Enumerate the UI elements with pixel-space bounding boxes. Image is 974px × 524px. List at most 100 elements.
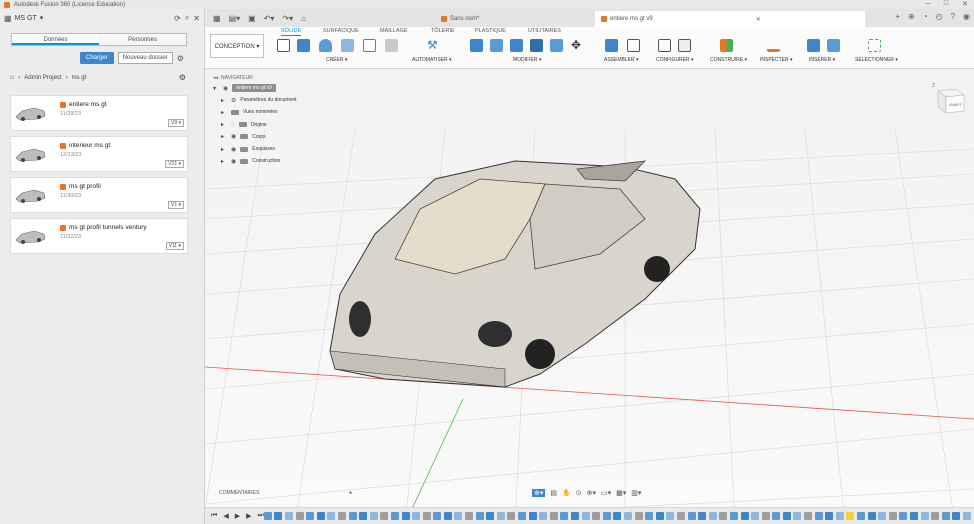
undo-icon[interactable]: ↶▾ — [264, 14, 275, 23]
navigator-root[interactable]: ▾ ◉ entiere ms gt v9 — [213, 82, 323, 94]
expand-icon[interactable]: ▸ — [221, 158, 227, 165]
timeline-feature-icon[interactable] — [835, 512, 844, 520]
tab-donnees[interactable]: Données — [12, 34, 99, 45]
timeline-feature-icon[interactable] — [910, 512, 919, 520]
timeline-feature-icon[interactable] — [899, 512, 908, 520]
home-icon[interactable]: ⌂ — [301, 14, 306, 23]
jobs-icon[interactable]: ◴ — [936, 12, 943, 21]
create-sketch-icon[interactable] — [277, 39, 290, 52]
viewport[interactable]: ◂◂ NAVIGATEUR ▾ ◉ entiere ms gt v9 ▸ ⚙ P… — [205, 69, 974, 524]
file-card[interactable]: ms gt profil tunnels ventury 11/22/23 V1… — [10, 218, 188, 254]
pan-icon[interactable]: ✋ — [562, 489, 571, 497]
timeline-feature-icon[interactable] — [857, 512, 866, 520]
timeline-feature-icon[interactable] — [623, 512, 632, 520]
timeline-feature-icon[interactable] — [602, 512, 611, 520]
grid-settings-icon[interactable]: ▦▾ — [616, 489, 626, 497]
timeline-feature-icon[interactable] — [560, 512, 569, 520]
timeline-feature-icon[interactable] — [952, 512, 961, 520]
move-icon[interactable]: ✥ — [571, 39, 584, 52]
navigator-item[interactable]: ▸ ◌ Origine — [213, 119, 323, 131]
fit-icon[interactable]: ⊕▾ — [587, 489, 596, 497]
timeline-feature-icon[interactable] — [793, 512, 802, 520]
timeline-feature-icon[interactable] — [719, 512, 728, 520]
version-badge[interactable]: V11 ▾ — [165, 242, 184, 250]
viewports-icon[interactable]: ▥▾ — [631, 489, 641, 497]
next-step-icon[interactable]: ▶ — [246, 512, 251, 520]
timeline-feature-icon[interactable] — [274, 512, 283, 520]
revolve-icon[interactable] — [319, 39, 332, 52]
visibility-icon[interactable]: ◉ — [231, 133, 236, 140]
project-selector[interactable]: ▦ MS GT ▾ — [4, 14, 170, 23]
expand-icon[interactable]: ▸ — [221, 133, 227, 140]
avatar[interactable]: ◉ — [963, 12, 970, 21]
group-assembler[interactable]: ASSEMBLER ▾ — [604, 57, 638, 63]
search-icon[interactable]: ⌕ — [185, 13, 189, 23]
breadcrumb-item[interactable]: ms gt — [72, 75, 87, 81]
group-selectionner[interactable]: SÉLECTIONNER ▾ — [855, 57, 898, 63]
timeline-feature-icon[interactable] — [592, 512, 601, 520]
comments-panel[interactable]: COMMENTAIRES ● — [205, 488, 360, 498]
document-tab-active[interactable]: entiere ms gt v9 ✕ — [595, 11, 865, 27]
timeline-feature-icon[interactable] — [337, 512, 346, 520]
visibility-icon[interactable]: ◉ — [223, 85, 228, 92]
version-badge[interactable]: V9 ▾ — [167, 119, 184, 127]
timeline-feature-icon[interactable] — [380, 512, 389, 520]
look-at-icon[interactable]: ▤ — [550, 489, 557, 497]
play-icon[interactable]: ▶ — [235, 512, 240, 520]
group-creer[interactable]: CRÉER ▾ — [326, 57, 347, 63]
timeline-feature-icon[interactable] — [645, 512, 654, 520]
version-badge[interactable]: V21 ▾ — [165, 160, 184, 168]
timeline-feature-icon[interactable] — [348, 512, 357, 520]
gear-icon[interactable]: ⚙ — [177, 54, 184, 63]
file-card[interactable]: ms gt profil 11/30/23 V1 ▾ — [10, 177, 188, 213]
expand-icon[interactable]: ▸ — [221, 97, 227, 104]
timeline-feature-icon[interactable] — [825, 512, 834, 520]
expand-icon[interactable]: ▸ — [221, 109, 227, 116]
timeline-feature-icon[interactable] — [454, 512, 463, 520]
timeline-feature-icon[interactable] — [687, 512, 696, 520]
redo-icon[interactable]: ↷▾ — [282, 14, 293, 23]
timeline-feature-icon[interactable] — [708, 512, 717, 520]
add-comment-icon[interactable]: ● — [349, 490, 352, 496]
group-modifier[interactable]: MODIFIER ▾ — [513, 57, 541, 63]
project-settings-icon[interactable]: ⚙ — [179, 73, 186, 82]
timeline-feature-icon[interactable] — [867, 512, 876, 520]
construct-plane-icon[interactable] — [720, 39, 733, 52]
group-configurer[interactable]: CONFIGURER ▾ — [656, 57, 694, 63]
timeline-feature-icon[interactable] — [846, 512, 855, 520]
automate-icon[interactable]: ⚒ — [427, 39, 440, 52]
combine-icon[interactable] — [550, 39, 563, 52]
group-construire[interactable]: CONSTRUIRE ▾ — [710, 57, 747, 63]
new-tab-icon[interactable]: + — [895, 12, 900, 21]
navigator-item[interactable]: ▸ ◉ Construction — [213, 155, 323, 167]
timeline-feature-icon[interactable] — [698, 512, 707, 520]
timeline-feature-icon[interactable] — [327, 512, 336, 520]
file-card[interactable]: entiere ms gt 11/29/23 V9 ▾ — [10, 95, 188, 131]
timeline-feature-icon[interactable] — [676, 512, 685, 520]
file-card[interactable]: interieur ms gt 12/13/23 V21 ▾ — [10, 136, 188, 172]
visibility-icon[interactable]: ◉ — [231, 158, 236, 165]
timeline-feature-icon[interactable] — [581, 512, 590, 520]
help-icon[interactable]: ? — [951, 12, 955, 21]
navigator-item[interactable]: ▸ Vues nommées — [213, 106, 323, 118]
press-pull-icon[interactable] — [470, 39, 483, 52]
tab-tolerie[interactable]: TÔLERIE — [431, 28, 455, 34]
table-icon[interactable] — [678, 39, 691, 52]
measure-icon[interactable] — [767, 39, 780, 52]
navigator-item[interactable]: ▸ ◉ Corps — [213, 131, 323, 143]
timeline-feature-icon[interactable] — [761, 512, 770, 520]
tab-utilitaires[interactable]: UTILITAIRES — [528, 28, 561, 34]
workspace-dropdown[interactable]: CONCEPTION ▾ — [210, 34, 264, 58]
document-tab[interactable]: Sans nom* — [435, 11, 485, 27]
fillet-icon[interactable] — [490, 39, 503, 52]
timeline-feature-icon[interactable] — [549, 512, 558, 520]
shell-icon[interactable] — [530, 39, 543, 52]
canvas-icon[interactable] — [827, 39, 840, 52]
close-panel-icon[interactable]: ✕ — [193, 14, 200, 23]
timeline-feature-icon[interactable] — [751, 512, 760, 520]
zoom-icon[interactable]: ⊙ — [576, 489, 582, 497]
collapse-icon[interactable]: ◂◂ — [213, 75, 218, 81]
viewcube[interactable]: Z AVANT — [932, 81, 966, 115]
tab-plastique[interactable]: PLASTIQUE — [475, 28, 506, 34]
timeline-feature-icon[interactable] — [782, 512, 791, 520]
